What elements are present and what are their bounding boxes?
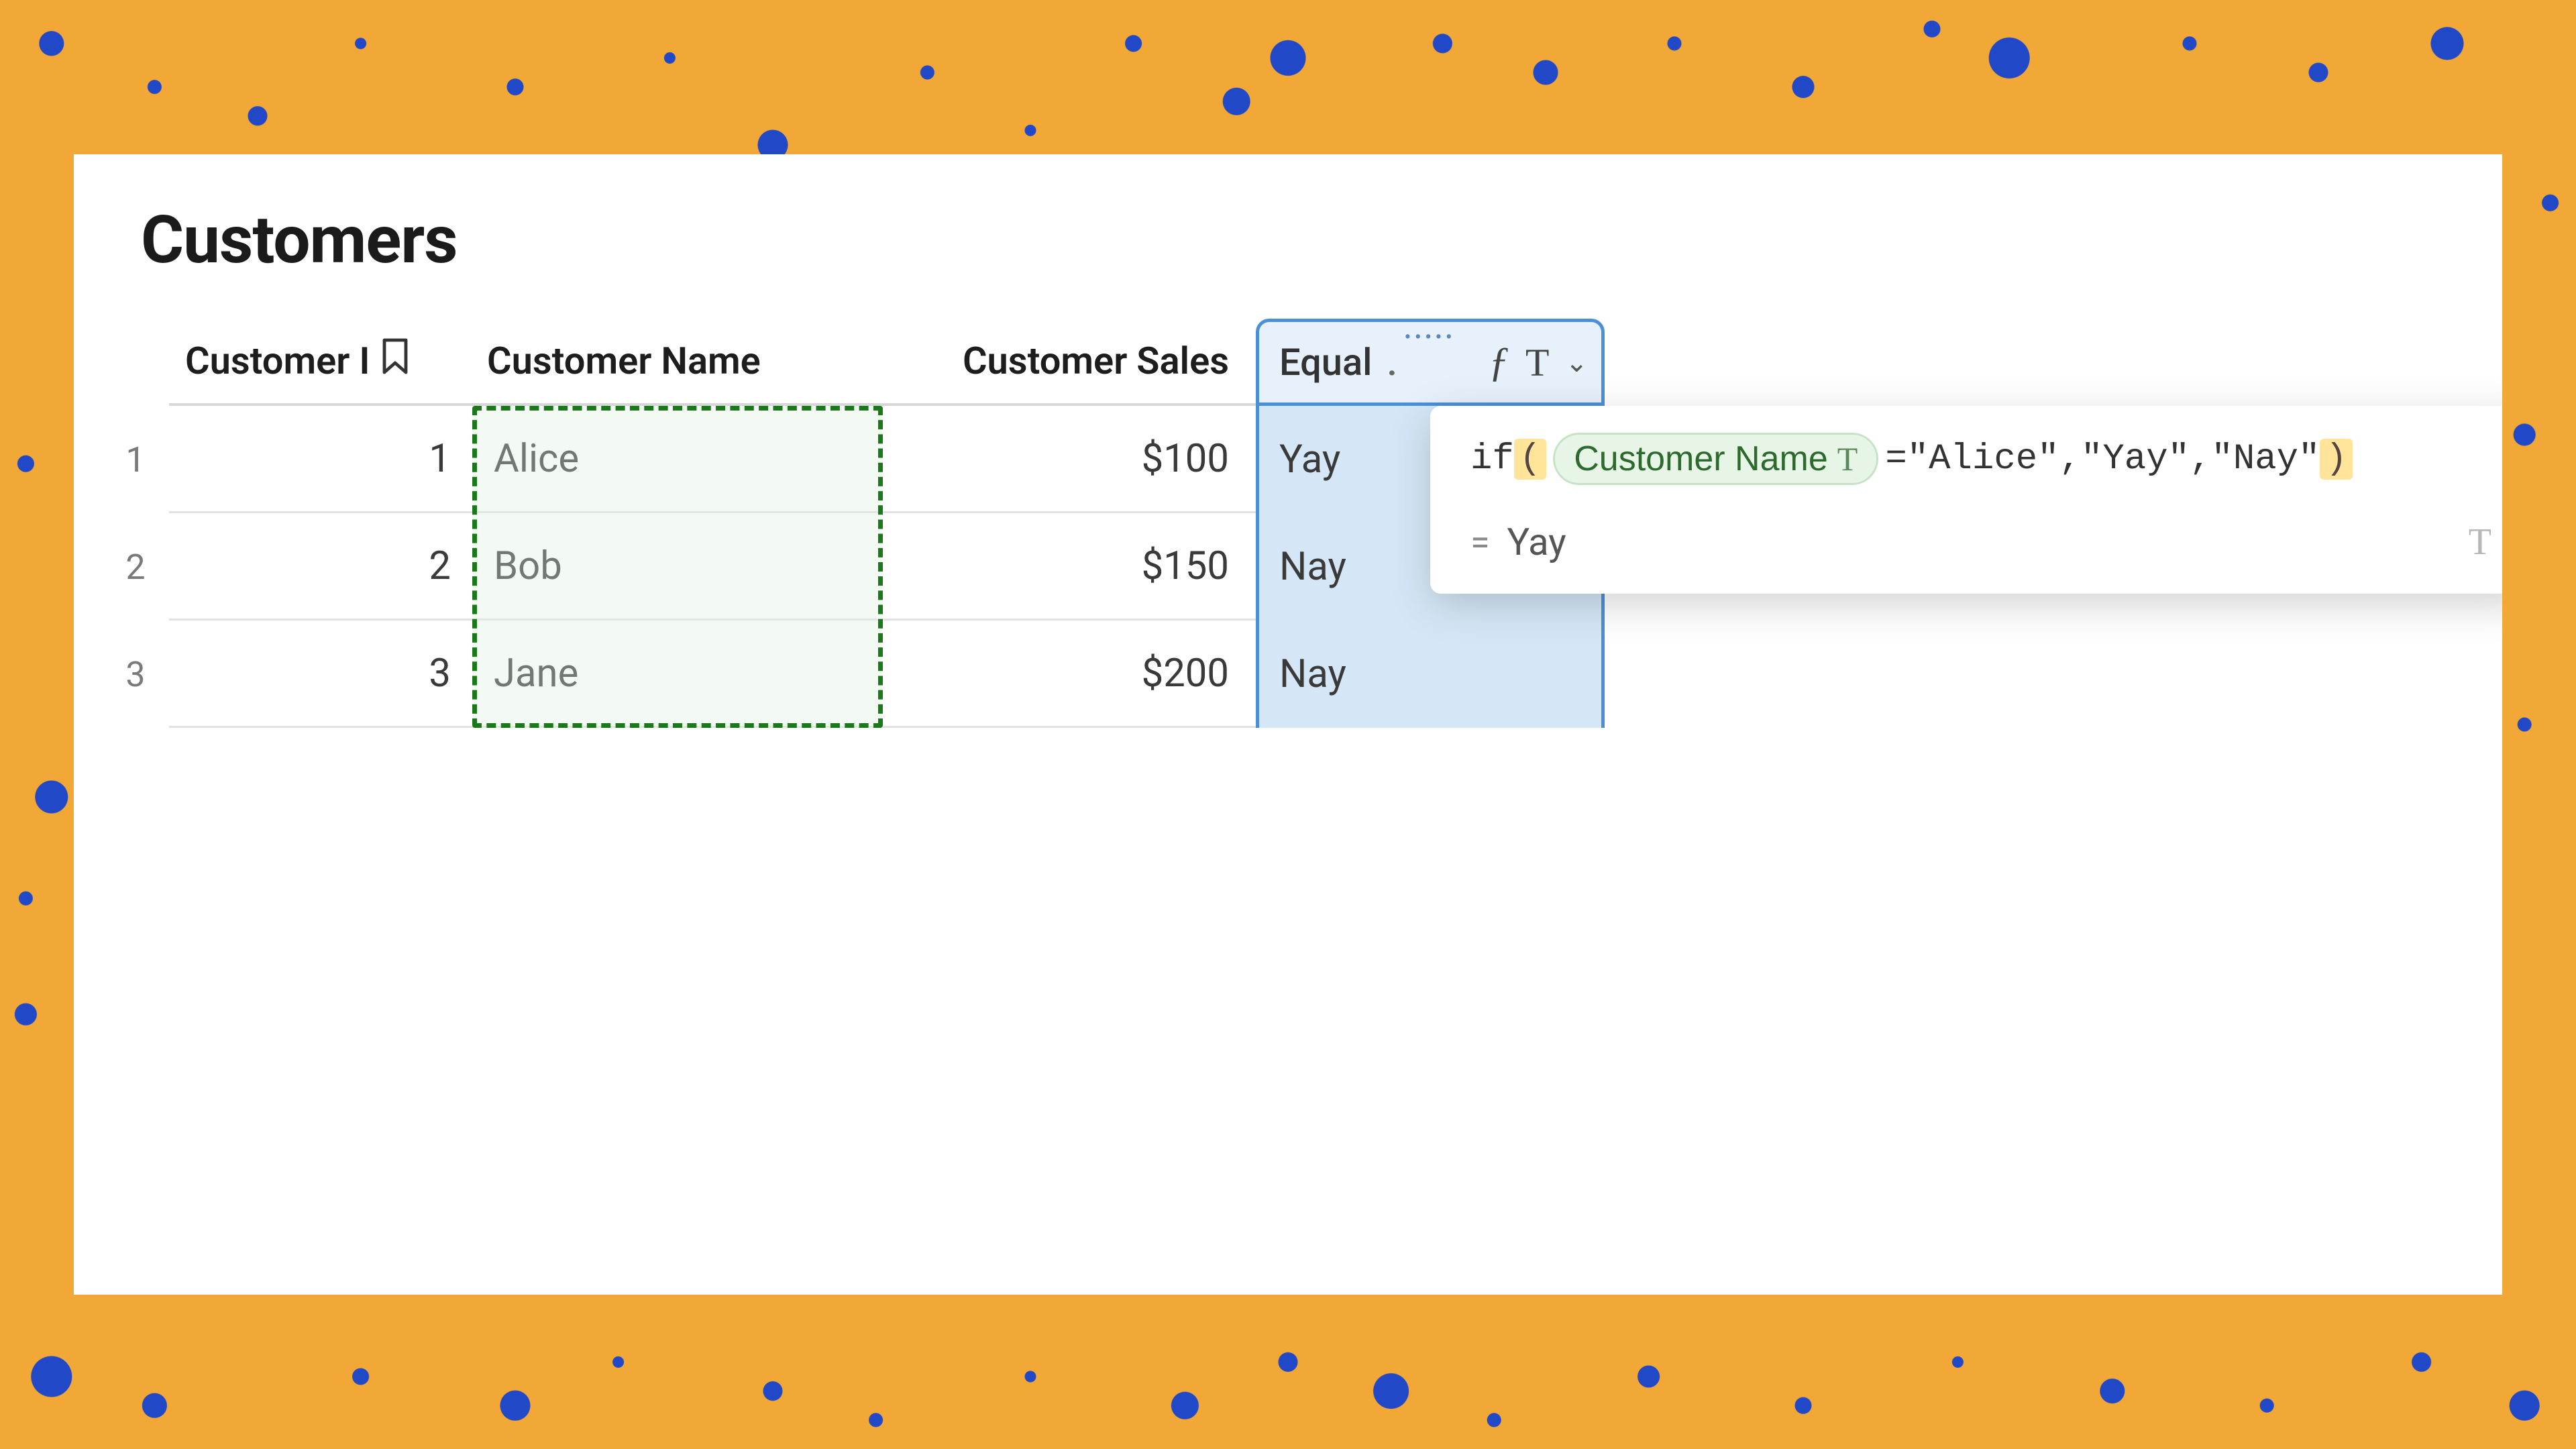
result-value: Yay bbox=[1507, 520, 1566, 564]
drag-handle-icon[interactable]: ••••• bbox=[1405, 327, 1456, 347]
cell-customer-sales[interactable]: $150 bbox=[887, 513, 1256, 621]
column-header-label: Customer Name bbox=[487, 339, 761, 383]
row-number[interactable]: 1 bbox=[102, 406, 169, 513]
cell-customer-name[interactable]: Jane bbox=[471, 621, 887, 728]
result-equals: = bbox=[1470, 522, 1490, 563]
bookmark-icon[interactable] bbox=[379, 337, 411, 385]
formula-arg: "Alice" bbox=[1907, 439, 2059, 480]
formula-popover: if ( Customer Name T = "Alice" , "Yay" ,… bbox=[1430, 406, 2502, 594]
column-reference-label: Customer Name bbox=[1574, 439, 1828, 479]
column-header-customer-id[interactable]: Customer I bbox=[169, 319, 471, 406]
formula-comma: , bbox=[2190, 439, 2211, 480]
cell-equal[interactable]: Nay bbox=[1256, 621, 1605, 728]
cell-customer-sales[interactable]: $100 bbox=[887, 406, 1256, 513]
type-icon: T bbox=[2469, 521, 2491, 564]
formula-comma: , bbox=[2059, 439, 2081, 480]
formula-fn: if bbox=[1470, 439, 1514, 480]
formula-result: = Yay T bbox=[1430, 501, 2502, 594]
header-ellipsis: . bbox=[1383, 340, 1397, 384]
app-panel: Customers Customer I Customer Name Custo… bbox=[74, 154, 2502, 1295]
cell-customer-sales[interactable]: $200 bbox=[887, 621, 1256, 728]
column-header-label: Customer I bbox=[185, 339, 370, 383]
column-reference-token[interactable]: Customer Name T bbox=[1553, 433, 1878, 485]
page-title: Customers bbox=[74, 154, 2502, 319]
row-number[interactable]: 2 bbox=[102, 513, 169, 621]
formula-editor[interactable]: if ( Customer Name T = "Alice" , "Yay" ,… bbox=[1430, 406, 2502, 501]
cell-customer-name[interactable]: Alice bbox=[471, 406, 887, 513]
chevron-down-icon[interactable]: ⌄ bbox=[1565, 347, 1588, 378]
type-icon[interactable]: T bbox=[1525, 340, 1549, 385]
cell-customer-id[interactable]: 1 bbox=[169, 406, 471, 513]
cell-customer-id[interactable]: 3 bbox=[169, 621, 471, 728]
formula-arg: "Nay" bbox=[2211, 439, 2320, 480]
type-icon: T bbox=[1837, 439, 1858, 478]
formula-icon[interactable]: ƒ bbox=[1489, 339, 1509, 386]
column-header-label: Equal bbox=[1279, 340, 1372, 384]
cell-customer-name[interactable]: Bob bbox=[471, 513, 887, 621]
close-paren: ) bbox=[2320, 439, 2352, 480]
cell-customer-id[interactable]: 2 bbox=[169, 513, 471, 621]
column-header-label: Customer Sales bbox=[963, 339, 1229, 383]
spreadsheet: Customer I Customer Name Customer Sales … bbox=[74, 319, 2502, 728]
column-header-customer-sales[interactable]: Customer Sales bbox=[887, 319, 1256, 406]
row-number-header bbox=[102, 319, 169, 406]
row-number[interactable]: 3 bbox=[102, 621, 169, 728]
formula-op: = bbox=[1885, 439, 1907, 480]
formula-arg: "Yay" bbox=[2081, 439, 2190, 480]
column-header-customer-name[interactable]: Customer Name bbox=[471, 319, 887, 406]
open-paren: ( bbox=[1514, 439, 1546, 480]
column-header-equal[interactable]: ••••• Equal . ƒ T ⌄ bbox=[1256, 319, 1605, 406]
